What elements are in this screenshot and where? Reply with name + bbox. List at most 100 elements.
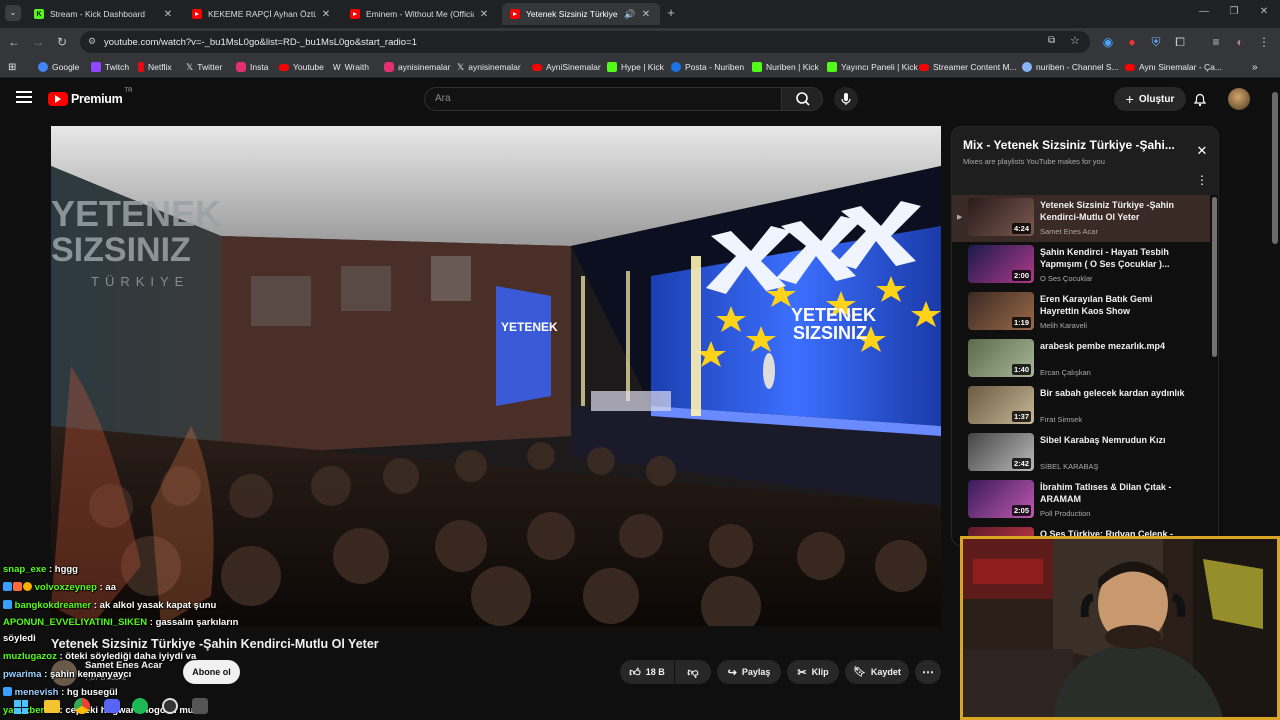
bookmark-hype-kick[interactable]: Hype | Kick [607, 60, 664, 74]
search-input[interactable]: Ara [424, 87, 782, 111]
extension-icon[interactable]: ◉ [1100, 34, 1116, 50]
cast-icon[interactable]: ⧉ [1048, 35, 1055, 46]
tab-eminem[interactable]: Eminem - Without Me (Official ✕ [342, 3, 498, 25]
chat-username: muzlugazoz [3, 651, 57, 662]
duration-badge: 2:00 [1011, 270, 1031, 281]
tab-yetenek-sizsiniz[interactable]: Yetenek Sizsiniz Türkiye -Şah 🔊 ✕ [502, 3, 660, 25]
site-info-icon[interactable]: ⚙ [88, 36, 96, 47]
more-horizontal-icon: ⋯ [922, 665, 934, 679]
apps-grid-icon[interactable]: ⊞ [8, 60, 16, 74]
search-button[interactable] [781, 87, 823, 111]
youtube-premium-logo[interactable]: Premium TR [48, 88, 132, 107]
playlist-item-channel: Melih Karaveli [1040, 321, 1088, 330]
playlist-more-icon[interactable]: ⋮ [1196, 173, 1208, 189]
bookmark-youtube[interactable]: Youtube [279, 60, 324, 74]
forward-icon[interactable]: → [30, 34, 46, 50]
more-actions-button[interactable]: ⋯ [915, 660, 941, 684]
page-scrollbar-thumb[interactable] [1272, 92, 1278, 244]
discord-icon[interactable] [104, 699, 120, 713]
logo-text: Premium [71, 92, 123, 106]
file-explorer-icon[interactable] [44, 700, 60, 713]
tab-kick-dashboard[interactable]: K Stream - Kick Dashboard ✕ [26, 3, 182, 25]
playlist-item-title: Şahin Kendirci - Hayatı Tesbih Yapmışım … [1040, 247, 1170, 269]
speaker-icon[interactable]: 🔊 [624, 9, 636, 20]
obs-icon[interactable] [162, 698, 178, 714]
bookmark-streamer-content[interactable]: Streamer Content M... [919, 60, 1017, 74]
back-icon[interactable]: ← [6, 34, 22, 50]
more-bookmarks-icon[interactable]: » [1252, 60, 1258, 74]
tab-title: KEKEME RAPÇİ Ayhan Öztürk Y [208, 9, 316, 19]
video-player[interactable]: YETENEK SIZSINIZ YETENEK YETENEK SIZSINI… [51, 126, 941, 626]
playlist-scrollbar[interactable] [1212, 197, 1217, 357]
bookmark-twitter[interactable]: 𝕏 Twitter [186, 60, 222, 74]
reading-list-icon[interactable]: ≡ [1208, 34, 1224, 50]
maximize-button[interactable]: ❐ [1226, 6, 1242, 20]
playlist-item[interactable]: 1:40 arabesk pembe mezarlık.mp4 Ercan Ça… [952, 336, 1210, 383]
playlist-item[interactable]: 2:42 Sibel Karabaş Nemrudun Kızı SİBEL K… [952, 430, 1210, 477]
bookmark-nuriben-kick[interactable]: Nuriben | Kick [752, 60, 819, 74]
bookmark-nuriben-channel[interactable]: nuriben - Channel S... [1022, 60, 1119, 74]
dislike-button[interactable]: 👎︎ [675, 660, 711, 684]
chat-message: snap_exe : hggg [3, 564, 78, 575]
playlist-item[interactable]: 2:05 İbrahim Tatlıses & Dilan Çıtak - AR… [952, 477, 1210, 524]
bookmark-aynisinemalar-insta[interactable]: aynisinemalar [384, 60, 450, 74]
save-label: Kaydet [870, 667, 901, 677]
bookmark-label: Google [52, 62, 80, 72]
bookmark-star-icon[interactable]: ☆ [1070, 34, 1080, 47]
voice-search-button[interactable] [834, 87, 858, 111]
bookmark-posta-nuriben[interactable]: Posta - Nuriben [671, 60, 744, 74]
close-icon[interactable]: ✕ [640, 9, 652, 20]
notifications-bell-icon[interactable] [1192, 91, 1208, 107]
close-icon[interactable]: ✕ [478, 9, 490, 20]
close-icon[interactable]: ✕ [320, 9, 332, 20]
bookmark-aynisinemalar-x[interactable]: 𝕏aynisinemalar [457, 60, 521, 74]
bookmark-insta[interactable]: Insta [236, 60, 268, 74]
tab-kekeme-rapci[interactable]: KEKEME RAPÇİ Ayhan Öztürk Y ✕ [184, 3, 340, 25]
profile-icon[interactable]: ◐ [1232, 34, 1248, 50]
playlist-item[interactable]: 1:37 Bir sabah gelecek kardan aydınlık F… [952, 383, 1210, 430]
close-window-button[interactable]: ✕ [1256, 6, 1272, 20]
duration-badge: 4:24 [1011, 223, 1031, 234]
shield-icon[interactable]: ⛨ [1148, 34, 1164, 50]
bookmark-google[interactable]: Google [38, 60, 79, 74]
bookmark-wraith[interactable]: W Wraith [333, 60, 369, 74]
windows-start-icon[interactable] [14, 700, 28, 714]
avatar[interactable] [1228, 88, 1250, 110]
app-icon[interactable] [192, 698, 208, 714]
bookmark-twitch[interactable]: Twitch [91, 60, 129, 74]
bookmark-label: Youtube [293, 62, 324, 72]
extensions-puzzle-icon[interactable]: ⧠ [1172, 34, 1188, 50]
subscribe-button[interactable]: Abone ol [183, 660, 240, 684]
spotify-icon[interactable] [132, 698, 148, 714]
share-button[interactable]: ↪ Paylaş [717, 660, 781, 684]
clip-button[interactable]: ✂ Klip [787, 660, 839, 684]
menu-dots-icon[interactable]: ⋮ [1256, 34, 1272, 50]
like-button[interactable]: 👍︎ 18 B [620, 660, 674, 684]
save-button[interactable]: 🔖︎ Kaydet [845, 660, 909, 684]
netflix-icon [138, 62, 144, 72]
close-playlist-button[interactable]: ✕ [1194, 143, 1210, 159]
youtube-logo-icon [48, 92, 68, 106]
playlist-item[interactable]: 1:19 Eren Karayılan Batık Gemi Hayrettin… [952, 289, 1210, 336]
reload-icon[interactable]: ↻ [54, 34, 70, 50]
bookmark-netflix[interactable]: Netflix [138, 60, 172, 74]
playlist-title[interactable]: Mix - Yetenek Sizsiniz Türkiye -Şahi... [963, 138, 1185, 152]
extension-icon[interactable]: ● [1124, 34, 1140, 50]
bookmark-ayni-sinemalar[interactable]: Aynı Sinemalar - Ça... [1125, 60, 1222, 74]
chat-text: hggg [54, 564, 78, 575]
tab-search-dropdown[interactable]: ⌄ [5, 5, 21, 21]
address-bar[interactable]: ⚙ youtube.com/watch?v=-_bu1MsL0go&list=R… [80, 31, 1090, 53]
playlist-item[interactable]: ▶ 4:24 Yetenek Sizsiniz Türkiye -Şahin K… [952, 195, 1210, 242]
bookmark-yayinci-paneli[interactable]: Yayıncı Paneli | Kick [827, 60, 918, 74]
chrome-icon[interactable] [74, 698, 90, 714]
like-count: 18 B [645, 667, 665, 677]
minimize-button[interactable]: — [1196, 6, 1212, 20]
subscribe-label: Abone ol [192, 667, 231, 677]
new-tab-button[interactable]: + [664, 6, 678, 20]
playlist-item[interactable]: 2:00 Şahin Kendirci - Hayatı Tesbih Yapm… [952, 242, 1210, 289]
bookmark-aynisinemalar-yt[interactable]: AyniSinemalar [532, 60, 601, 74]
create-button[interactable]: + Oluştur [1114, 87, 1186, 111]
youtube-header: Premium TR Ara + Oluştur [0, 79, 1270, 119]
hamburger-menu-icon[interactable] [16, 91, 32, 105]
close-icon[interactable]: ✕ [162, 9, 174, 20]
